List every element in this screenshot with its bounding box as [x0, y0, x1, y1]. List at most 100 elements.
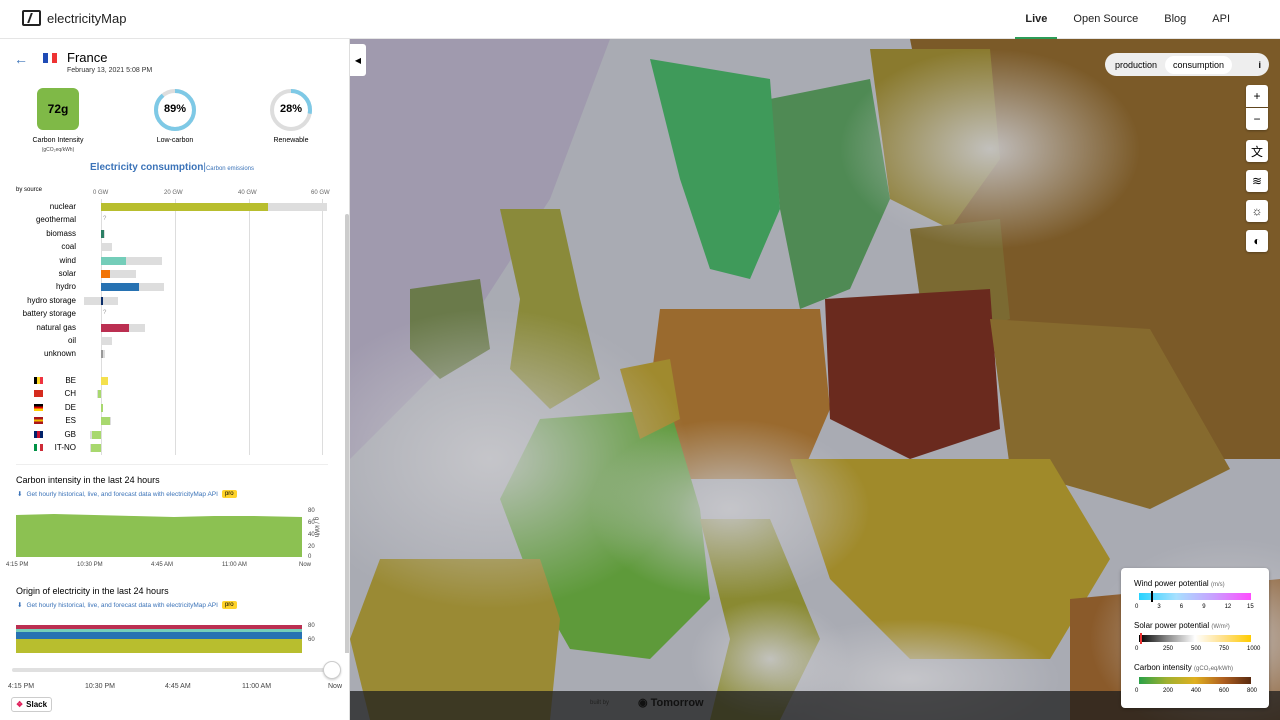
- source-wind-label: wind: [59, 255, 76, 265]
- collapse-panel-button[interactable]: ◀: [350, 44, 366, 76]
- info-icon[interactable]: i: [1252, 56, 1267, 74]
- time-slider-track[interactable]: [12, 668, 334, 672]
- source-nuclear-value-bar[interactable]: [101, 203, 268, 211]
- legend-tick: 0: [1135, 688, 1139, 694]
- wind-legend-marker: [1151, 591, 1153, 602]
- ci-history-area: [16, 514, 302, 557]
- flag-de-icon: [34, 403, 43, 411]
- tomorrow-logo[interactable]: ◉ Tomorrow: [638, 696, 704, 709]
- carbon-intensity-square[interactable]: 72g: [37, 88, 79, 130]
- ci-x-tick: Now: [299, 562, 312, 568]
- origin-y-tick: 60: [308, 637, 315, 643]
- solar-legend-title: Solar power potential (W/m²): [1134, 621, 1230, 630]
- exchange-es-label: ES: [65, 416, 76, 426]
- ci-api-link-text: Get hourly historical, live, and forecas…: [26, 490, 218, 498]
- origin-history-chart[interactable]: [14, 619, 334, 655]
- back-arrow-icon[interactable]: ←: [14, 51, 28, 67]
- nav-api[interactable]: API: [1202, 0, 1240, 39]
- exchange-gb-label: GB: [64, 429, 76, 439]
- toggle-consumption[interactable]: consumption: [1165, 55, 1233, 74]
- exchange-de-value-bar[interactable]: [101, 403, 103, 412]
- source-hydro-value-bar[interactable]: [101, 283, 140, 292]
- low-carbon-label: Low-carbon: [156, 137, 194, 144]
- wind-layer-icon[interactable]: ≋: [1246, 170, 1268, 192]
- ci-x-tick: 4:45 AM: [151, 562, 174, 568]
- toggle-production[interactable]: production: [1107, 56, 1165, 74]
- source-hydro-label: hydro: [55, 282, 76, 292]
- source-coal-label: coal: [61, 242, 76, 252]
- exchange-it-no-label: IT-NO: [54, 443, 76, 452]
- ci-api-link[interactable]: ⬇ Get hourly historical, live, and forec…: [17, 490, 237, 498]
- legend-tick: 200: [1163, 688, 1174, 694]
- flag-be-icon: [34, 377, 43, 384]
- low-carbon-value: 89%: [163, 103, 187, 115]
- divider: [16, 464, 328, 465]
- legend-tick: 250: [1163, 646, 1174, 652]
- carbon-legend-title: Carbon intensity (gCO₂eq/kWh): [1134, 663, 1234, 672]
- legend-tick: 600: [1219, 688, 1230, 694]
- ci-x-tick: 4:15 PM: [6, 562, 29, 568]
- ci-y-unit: g / kWh: [313, 517, 319, 538]
- legend-tick: 500: [1191, 646, 1202, 652]
- app-name: electricityMap: [47, 10, 127, 26]
- source-oil-capacity-bar[interactable]: [101, 337, 113, 345]
- wind-legend-bar: [1139, 593, 1251, 600]
- legend-tick: 6: [1179, 604, 1184, 610]
- exchange-es-value-bar[interactable]: [101, 417, 111, 426]
- tab-electricity-consumption[interactable]: Electricity consumption: [90, 162, 203, 173]
- source-coal-capacity-bar[interactable]: [101, 243, 113, 252]
- production-consumption-toggle[interactable]: production consumption i: [1105, 53, 1269, 76]
- source-battery-storage-unknown-mark: ?: [103, 310, 107, 317]
- zoom-in-button[interactable]: +: [1246, 85, 1268, 107]
- nav-live[interactable]: Live: [1015, 0, 1058, 39]
- exchange-gb-value-bar[interactable]: [91, 430, 101, 439]
- solar-layer-icon[interactable]: ☼: [1246, 200, 1268, 222]
- download-icon: ⬇: [17, 491, 23, 498]
- renewable-label: Renewable: [273, 137, 309, 144]
- map-legend: Wind power potential (m/s) 0 3 6 9 12 15 Sola…: [1121, 568, 1269, 708]
- source-hydro-storage-value-bar[interactable]: [101, 296, 103, 305]
- exchange-be-value-bar[interactable]: [101, 377, 108, 385]
- source-natural-gas-value-bar[interactable]: [101, 323, 129, 332]
- main-nav: Live Open Source Blog API: [1009, 0, 1240, 39]
- source-wind-value-bar[interactable]: [101, 256, 127, 265]
- slack-button[interactable]: ❖ Slack: [11, 697, 53, 712]
- app-logo[interactable]: electricityMap: [22, 10, 126, 26]
- legend-tick: 0: [1135, 646, 1139, 652]
- exchange-ch-value-bar[interactable]: [98, 390, 101, 399]
- panel-scrollbar[interactable]: [345, 214, 349, 714]
- time-slider-thumb[interactable]: [323, 661, 341, 679]
- origin-api-link[interactable]: ⬇ Get hourly historical, live, and forec…: [17, 601, 237, 609]
- axis-tick: 20 GW: [164, 190, 183, 196]
- legend-tick: 1000: [1247, 646, 1261, 652]
- ci-history-chart[interactable]: [14, 507, 334, 559]
- flag-it-no-icon: [34, 444, 43, 451]
- built-by-label: built by: [590, 700, 610, 706]
- exchange-it-no-value-bar[interactable]: [90, 444, 101, 452]
- tab-carbon-emissions[interactable]: Carbon emissions: [206, 166, 254, 172]
- carbon-intensity-label: Carbon Intensity: [32, 137, 84, 144]
- exchange-de-label: DE: [64, 402, 76, 412]
- timeline-tick: 11:00 AM: [242, 683, 272, 690]
- timeline-tick: Now: [328, 683, 343, 690]
- ci-x-tick: 10:30 PM: [77, 562, 103, 568]
- language-icon[interactable]: 文: [1246, 140, 1268, 162]
- solar-legend-bar: [1139, 635, 1251, 642]
- dark-mode-icon[interactable]: ◐: [1246, 230, 1268, 252]
- timeline-tick: 10:30 PM: [85, 683, 115, 690]
- axis-tick: 60 GW: [311, 190, 330, 196]
- cloud-cover: [840, 49, 1140, 249]
- zoom-out-button[interactable]: −: [1246, 108, 1268, 130]
- cloud-cover: [590, 419, 870, 599]
- gridline: [249, 199, 250, 455]
- source-biomass-value-bar[interactable]: [101, 229, 104, 238]
- renewable-value: 28%: [279, 103, 303, 115]
- source-unknown-value-bar[interactable]: [101, 350, 103, 359]
- nav-blog[interactable]: Blog: [1154, 0, 1196, 39]
- nav-open-source[interactable]: Open Source: [1063, 0, 1148, 39]
- top-bar: electricityMap Live Open Source Blog API: [0, 0, 1280, 39]
- legend-tick: 9: [1202, 604, 1206, 610]
- breakdown-tabs: Electricity consumption|Carbon emissions: [90, 162, 254, 173]
- slack-icon: ❖: [16, 700, 24, 709]
- source-solar-value-bar[interactable]: [101, 270, 111, 278]
